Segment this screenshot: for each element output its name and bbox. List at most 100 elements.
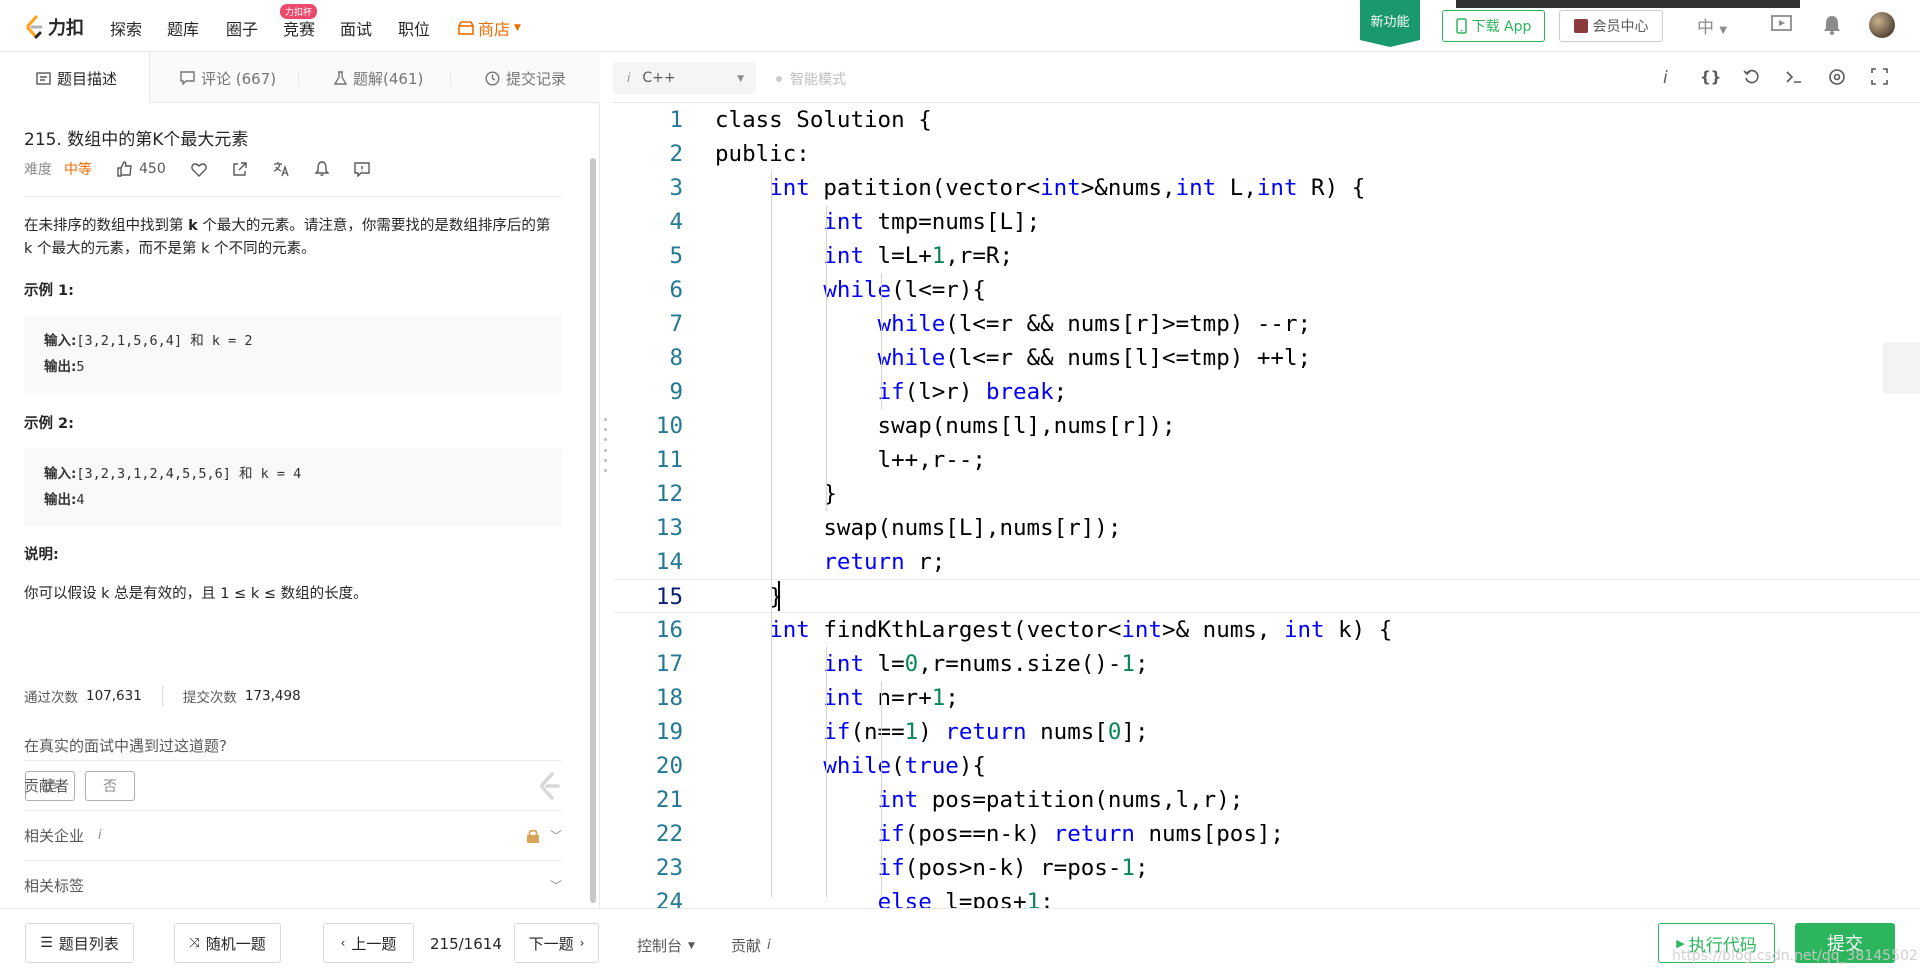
share-icon [233,162,247,176]
code-line[interactable]: 8 while(l<=r && nums[l]<=tmp) ++l; [613,341,1920,375]
reset-code-icon[interactable] [1743,68,1761,90]
share-button[interactable] [232,161,248,177]
code-line[interactable]: 12 } [613,477,1920,511]
vip-center-label: 会员中心 [1592,19,1649,35]
leetcode-logo[interactable]: 力扣 [24,13,84,41]
tab-submissions[interactable]: 提交记录 [485,53,566,103]
nav-explore[interactable]: 探索 [110,16,142,40]
code-line[interactable]: 9 if(l>r) break; [613,375,1920,409]
code-line[interactable]: 21 int pos=patition(nums,l,r); [613,783,1920,817]
user-avatar[interactable] [1869,12,1895,38]
code-line[interactable]: 19 if(n==1) return nums[0]; [613,715,1920,749]
subscribe-button[interactable] [314,161,329,177]
code-line[interactable]: 5 int l=L+1,r=R; [613,239,1920,273]
code-line[interactable]: 13 swap(nums[L],nums[r]); [613,511,1920,545]
output-label: 输出: [44,359,77,375]
favorite-button[interactable] [190,162,207,177]
problem-list-button[interactable]: ☰ 题目列表 [25,923,134,963]
new-feature-ribbon[interactable]: 新功能 [1360,0,1420,47]
download-app-button[interactable]: 下载 App [1442,10,1545,42]
next-problem-button[interactable]: 下一题 › [514,923,599,963]
code-line[interactable]: 6 while(l<=r){ [613,273,1920,307]
left-scrollbar[interactable] [590,158,596,903]
notification-bell-icon[interactable] [1822,14,1842,40]
code-line[interactable]: 10 swap(nums[l],nums[r]); [613,409,1920,443]
code-line[interactable]: 15 } [613,579,1920,613]
screen-share-icon[interactable] [1770,14,1794,38]
problem-title: 215. 数组中的第K个最大元素 [24,130,249,150]
info-icon[interactable]: i [1663,68,1668,88]
translate-button[interactable] [273,161,290,177]
code-line[interactable]: 11 l++,r--; [613,443,1920,477]
feedback-button[interactable] [354,161,370,177]
note-text: 你可以假设 k 总是有效的，且 1 ≤ k ≤ 数组的长度。 [24,586,368,602]
vip-center-button[interactable]: 会员中心 [1559,10,1663,42]
language-dropdown[interactable]: i C++ ▼ [613,62,756,94]
heart-icon [190,162,207,177]
fullscreen-icon[interactable] [1871,68,1888,89]
clock-icon [485,70,500,86]
note-title: 说明: [24,547,59,563]
code-line[interactable]: 17 int l=0,r=nums.size()-1; [613,647,1920,681]
code-text: if(n==1) return nums[0]; [823,719,1149,745]
like-button[interactable]: 450 [117,161,166,177]
code-line[interactable]: 1 class Solution { [613,103,1920,137]
prev-problem-button[interactable]: ‹ 上一题 [323,923,414,963]
nav-circle[interactable]: 圈子 [226,16,258,40]
code-line[interactable]: 2 public: [613,137,1920,171]
code-line[interactable]: 3 int patition(vector<int>&nums,int L,in… [613,171,1920,205]
language-value: C++ [642,70,676,86]
console-icon[interactable] [1785,68,1803,90]
phone-icon [1455,18,1467,34]
related-tags-row[interactable]: 相关标签 ﹀ [24,860,562,910]
format-code-icon[interactable]: {} [1700,68,1721,86]
code-line[interactable]: 24 else l=pos+1; [613,885,1920,908]
problem-page-indicator: 215/1614 [430,935,502,953]
side-note-tab[interactable] [1883,342,1920,394]
console-label: 控制台 [637,937,683,955]
code-line[interactable]: 22 if(pos==n-k) return nums[pos]; [613,817,1920,851]
code-line[interactable]: 4 int tmp=nums[L]; [613,205,1920,239]
console-toggle[interactable]: 控制台 ▼ [637,935,695,956]
code-line[interactable]: 7 while(l<=r && nums[r]>=tmp) --r; [613,307,1920,341]
tab-separator [450,70,451,86]
nav-problems[interactable]: 题库 [167,16,199,40]
settings-gear-icon[interactable] [1828,68,1846,90]
code-text: int patition(vector<int>&nums,int L,int … [769,175,1366,201]
submitted-count: 173,498 [244,688,301,704]
code-line[interactable]: 23 if(pos>n-k) r=pos-1; [613,851,1920,885]
line-number: 20 [655,753,683,779]
chevron-down-icon: ﹀ [549,879,562,893]
language-selector[interactable]: 中 ▼ [1697,13,1727,38]
smart-mode-toggle[interactable]: 智能模式 [776,69,846,89]
line-number: 5 [669,243,683,269]
resize-handle[interactable] [604,418,610,472]
code-editor[interactable]: 1 class Solution {2 public: 3 int patition(… [613,103,1920,908]
download-app-label: 下载 App [1471,19,1532,35]
code-line[interactable]: 20 while(true){ [613,749,1920,783]
tab-comments[interactable]: 评论 (667) [180,53,276,103]
top-navbar: 力扣 探索 题库 圈子 竞赛 力扣杯 面试 职位 商店 ▼ 新功能 下载 App… [0,0,1920,52]
nav-store[interactable]: 商店 ▼ [458,16,521,40]
lock-icon [526,829,539,843]
code-text: int l=L+1,r=R; [823,243,1014,269]
contribute-link[interactable]: 贡献 i [731,935,771,956]
contributors-row[interactable]: 贡献者 [24,760,562,810]
language-label: 中 [1697,18,1714,38]
code-text: int findKthLargest(vector<int>& nums, in… [769,617,1393,643]
tab-solutions[interactable]: 题解(461) [334,53,423,103]
problem-description: 在未排序的数组中找到第 k 个最大的元素。请注意，你需要找的是数组排序后的第 k… [24,215,558,261]
nav-contest[interactable]: 竞赛 [283,16,315,40]
code-text: while(l<=r && nums[r]>=tmp) --r; [877,311,1312,337]
random-problem-button[interactable]: ⤨ 随机一题 [174,923,281,963]
related-tags-label: 相关标签 [24,877,85,895]
nav-jobs[interactable]: 职位 [398,16,430,40]
code-text: while(l<=r && nums[l]<=tmp) ++l; [877,345,1312,371]
code-line[interactable]: 18 int n=r+1; [613,681,1920,715]
nav-interview[interactable]: 面试 [340,16,372,40]
tab-description[interactable]: 题目描述 [0,53,150,103]
line-number: 13 [655,515,683,541]
code-line[interactable]: 16 int findKthLargest(vector<int>& nums,… [613,613,1920,647]
code-line[interactable]: 14 return r; [613,545,1920,579]
related-companies-row[interactable]: 相关企业 i ﹀ [24,810,562,860]
